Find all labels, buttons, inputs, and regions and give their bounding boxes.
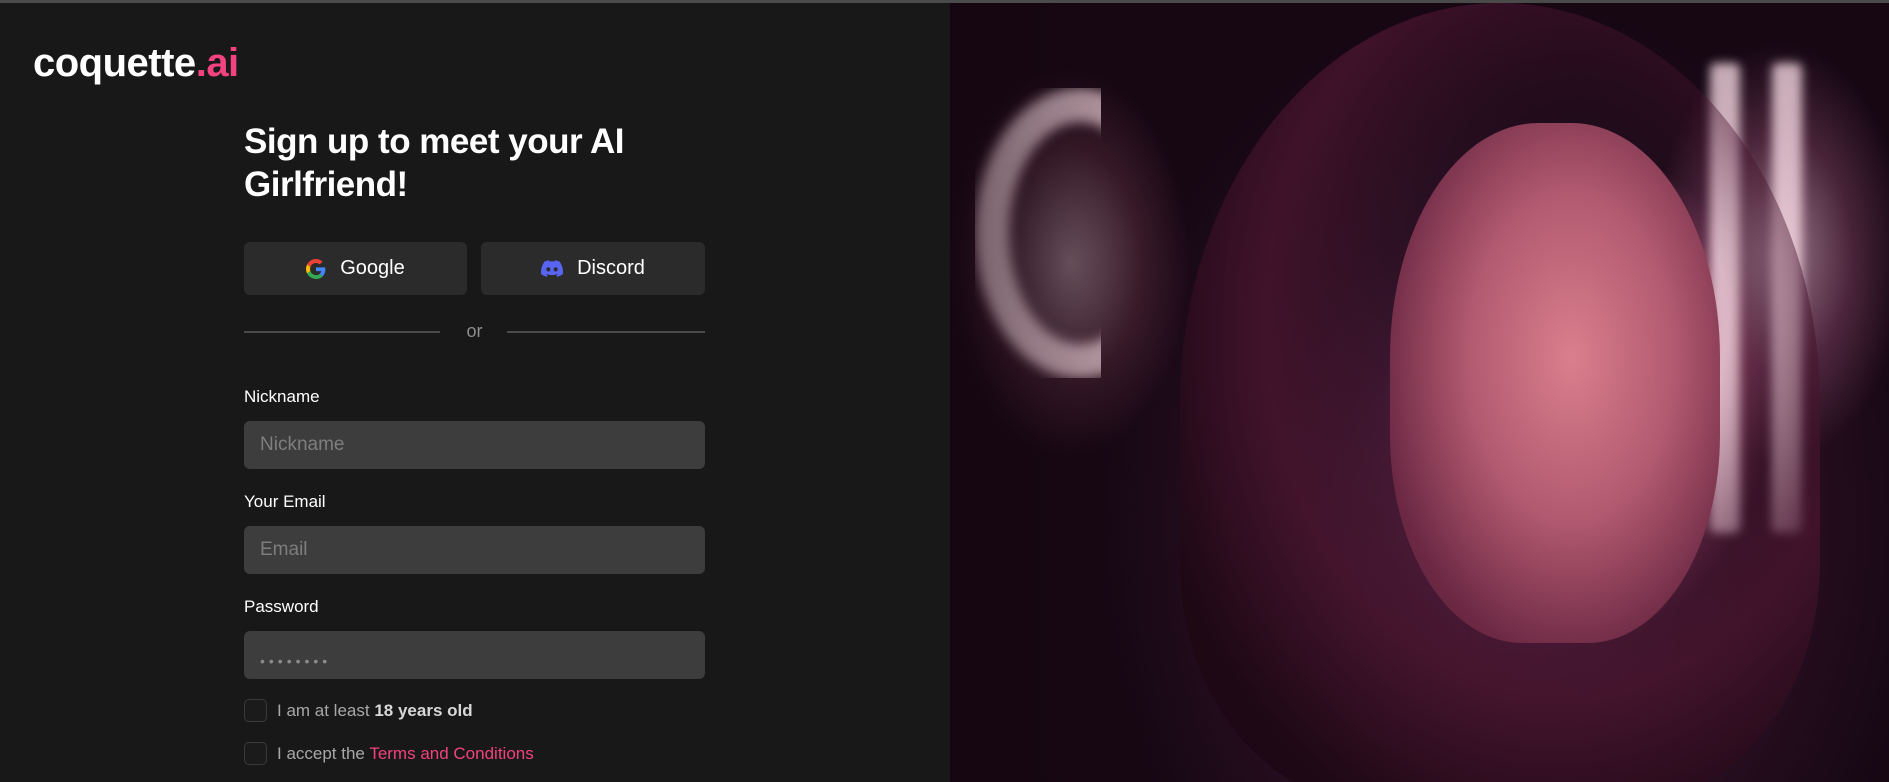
nickname-input[interactable] bbox=[244, 421, 705, 469]
terms-text: I accept the bbox=[277, 743, 370, 763]
discord-signup-button[interactable]: Discord bbox=[481, 242, 705, 295]
discord-icon bbox=[541, 260, 564, 277]
terms-checkbox[interactable] bbox=[244, 742, 267, 765]
photo-shade bbox=[950, 3, 1889, 782]
email-input[interactable] bbox=[244, 526, 705, 574]
terms-row: I accept the Terms and Conditions bbox=[244, 742, 534, 765]
hero-image bbox=[950, 3, 1889, 782]
google-signup-button[interactable]: Google bbox=[244, 242, 467, 295]
age-confirmation-row: I am at least 18 years old bbox=[244, 699, 473, 722]
email-label: Your Email bbox=[244, 492, 326, 511]
age-text-bold: 18 years old bbox=[374, 700, 473, 720]
discord-button-label: Discord bbox=[577, 257, 645, 279]
google-button-label: Google bbox=[340, 257, 405, 279]
password-label: Password bbox=[244, 597, 319, 616]
page-title: Sign up to meet your AI Girlfriend! bbox=[244, 122, 625, 204]
age-checkbox[interactable] bbox=[244, 699, 267, 722]
brand-suffix: ai bbox=[206, 41, 239, 85]
google-icon bbox=[306, 258, 326, 279]
password-input[interactable] bbox=[244, 631, 705, 679]
divider-line-right bbox=[507, 331, 705, 333]
brand-logo[interactable]: coquette.ai bbox=[33, 40, 239, 86]
brand-name: coquette bbox=[33, 41, 196, 85]
signup-panel: coquette.ai Sign up to meet your AI Girl… bbox=[0, 3, 950, 782]
terms-checkbox-label: I accept the Terms and Conditions bbox=[277, 744, 534, 764]
nickname-label: Nickname bbox=[244, 387, 320, 406]
age-text: I am at least bbox=[277, 700, 375, 720]
terms-link[interactable]: Terms and Conditions bbox=[369, 744, 533, 763]
brand-dot: . bbox=[195, 41, 207, 85]
or-divider: or bbox=[244, 321, 705, 341]
age-checkbox-label: I am at least 18 years old bbox=[277, 701, 473, 721]
